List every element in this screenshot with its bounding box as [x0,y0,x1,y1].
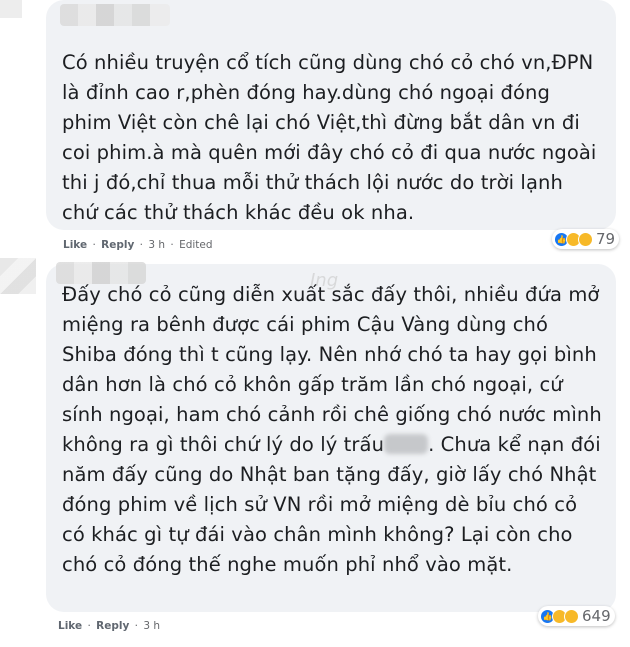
avatar-fragment [0,0,22,18]
wow-icon [578,231,593,247]
reaction-summary[interactable]: 👍 649 [538,606,615,626]
comment-actions: Like · Reply · 3 h [58,620,160,632]
comment-text: Đấy chó cỏ cũng diễn xuất sắc đấy thôi, … [62,280,602,580]
edited-label: Edited [179,239,213,251]
separator: · [170,239,174,251]
redacted-word [384,434,429,454]
avatar[interactable] [0,258,36,294]
comment-bubble: Có nhiều truyện cổ tích cũng dùng chó cỏ… [46,0,616,230]
reaction-count: 649 [582,607,611,625]
reply-link[interactable]: Reply [101,239,134,251]
reaction-summary[interactable]: 👍 79 [552,229,620,249]
watermark: Ing [310,270,339,291]
commenter-name-redacted[interactable] [60,4,170,26]
timestamp[interactable]: 3 h [148,239,165,251]
like-link[interactable]: Like [58,620,82,632]
reply-link[interactable]: Reply [96,620,129,632]
separator: · [92,239,96,251]
comment-text: Có nhiều truyện cổ tích cũng dùng chó cỏ… [62,51,597,224]
comment-actions: Like · Reply · 3 h · Edited [63,239,213,251]
comment-bubble: Đấy chó cỏ cũng diễn xuất sắc đấy thôi, … [46,262,616,612]
like-link[interactable]: Like [63,239,87,251]
wow-icon [564,608,579,624]
timestamp[interactable]: 3 h [143,620,160,632]
comment-text-part: Đấy chó cỏ cũng diễn xuất sắc đấy thôi, … [62,283,602,456]
separator: · [134,620,139,632]
separator: · [87,620,91,632]
reaction-count: 79 [596,230,616,248]
separator: · [139,239,144,251]
